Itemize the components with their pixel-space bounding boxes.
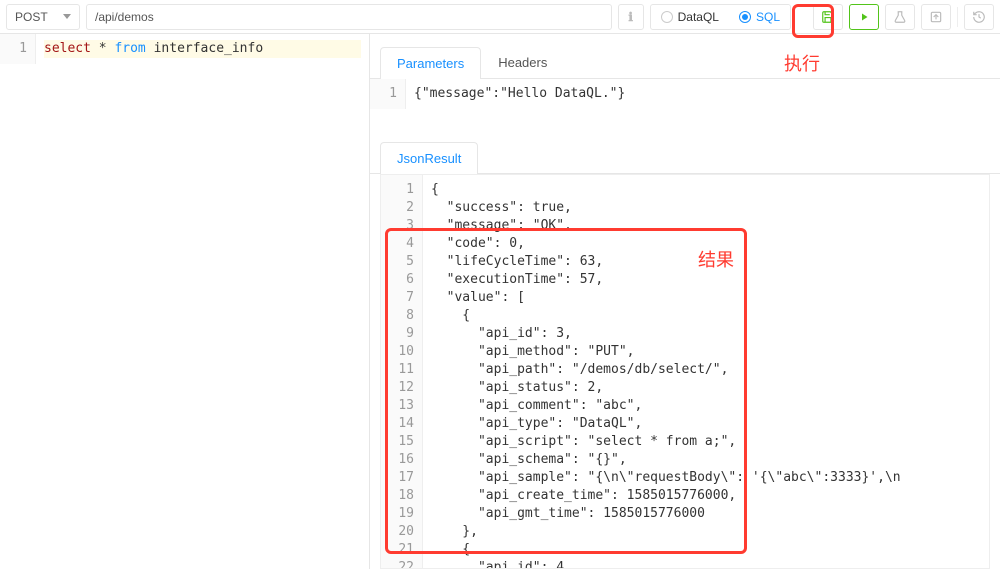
radio-label: SQL [756, 10, 780, 24]
export-button[interactable] [921, 4, 951, 30]
radio-icon [661, 11, 673, 23]
radio-sql[interactable]: SQL [729, 5, 790, 29]
play-icon [858, 11, 870, 23]
param-content: {"message":"Hello DataQL."} [406, 79, 1000, 109]
result-tabs: JsonResult [370, 141, 1000, 174]
execute-button[interactable] [849, 4, 879, 30]
parameters-editor[interactable]: 1 {"message":"Hello DataQL."} [370, 79, 1000, 109]
editor-content: select * from interface_info [36, 34, 369, 64]
export-icon [929, 10, 943, 24]
action-buttons [813, 4, 994, 30]
result-editor[interactable]: 1234567891011121314151617181920212223 { … [380, 174, 990, 569]
tab-headers[interactable]: Headers [481, 46, 564, 78]
history-icon [972, 10, 986, 24]
param-gutter: 1 [370, 79, 406, 109]
request-tabs: Parameters Headers [370, 46, 1000, 79]
sql-line-1: select * from interface_info [44, 40, 361, 58]
radio-dataql[interactable]: DataQL [651, 5, 729, 29]
top-toolbar: POST ℹ DataQL SQL [0, 0, 1000, 34]
language-toggle: DataQL SQL [650, 4, 791, 30]
save-button[interactable] [813, 4, 843, 30]
beaker-icon [893, 10, 907, 24]
sql-editor[interactable]: 1 select * from interface_info [0, 34, 369, 64]
right-pane: Parameters Headers 1 {"message":"Hello D… [370, 34, 1000, 569]
api-path-input[interactable] [86, 4, 612, 30]
save-icon [821, 10, 835, 24]
editor-gutter: 1 [0, 34, 36, 64]
info-icon: ℹ [628, 10, 633, 24]
info-button[interactable]: ℹ [618, 4, 644, 30]
tab-parameters[interactable]: Parameters [380, 47, 481, 79]
tab-jsonresult[interactable]: JsonResult [380, 142, 478, 174]
sql-editor-pane: 1 select * from interface_info [0, 34, 370, 569]
beaker-button[interactable] [885, 4, 915, 30]
result-content: { "success": true, "message": "OK", "cod… [423, 175, 989, 568]
result-wrap: 1234567891011121314151617181920212223 { … [370, 174, 1000, 569]
radio-icon [739, 11, 751, 23]
radio-label: DataQL [678, 10, 719, 24]
param-line-1: {"message":"Hello DataQL."} [414, 85, 992, 103]
history-button[interactable] [964, 4, 994, 30]
http-method-select[interactable]: POST [6, 4, 80, 30]
result-gutter: 1234567891011121314151617181920212223 [381, 175, 423, 568]
main-area: 1 select * from interface_info Parameter… [0, 34, 1000, 569]
chevron-down-icon [63, 14, 71, 19]
result-section: JsonResult 12345678910111213141516171819… [370, 129, 1000, 569]
method-value: POST [15, 10, 48, 24]
